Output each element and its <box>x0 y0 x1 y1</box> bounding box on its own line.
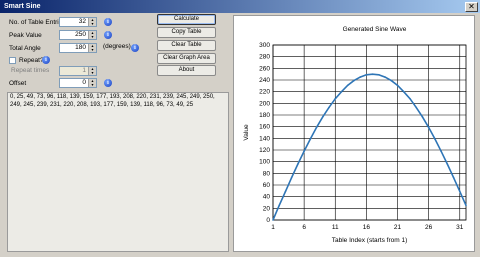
data-point <box>378 73 380 76</box>
data-point <box>328 106 330 109</box>
repeat-label: Repeat? <box>19 57 44 64</box>
y-axis-label: Value <box>243 124 250 141</box>
info-icon[interactable]: i <box>131 44 139 52</box>
repeat-checkbox[interactable] <box>9 57 16 64</box>
data-point <box>409 97 411 100</box>
data-point <box>396 84 399 87</box>
graph-area: 0 20 40 60 80 100 120 140 160 180 200 220 240 260 280 3… <box>233 15 475 252</box>
x-axis-label: Table Index (starts from 1) <box>332 237 408 244</box>
data-point <box>278 204 281 207</box>
copy-table-button[interactable]: Copy Table <box>157 27 216 38</box>
data-point <box>353 79 355 82</box>
offset-spinner[interactable]: 0 ▲ ▼ <box>59 78 97 88</box>
x-tick-label: 1 <box>271 224 275 231</box>
offset-value: 0 <box>82 79 86 86</box>
peak-value: 250 <box>75 31 86 38</box>
data-point <box>458 190 461 193</box>
x-tick-label: 6 <box>302 224 306 231</box>
x-tick-label: 11 <box>332 224 339 231</box>
clear-table-button[interactable]: Clear Table <box>157 40 216 51</box>
data-point <box>384 76 386 78</box>
info-icon[interactable]: i <box>104 31 112 39</box>
y-tick-label: 40 <box>263 194 271 201</box>
chart-title: Generated Sine Wave <box>343 26 407 33</box>
offset-label: Offset <box>9 80 27 87</box>
spin-down-icon[interactable]: ▼ <box>89 71 96 75</box>
x-tick-label: 16 <box>363 224 371 231</box>
data-point <box>309 138 312 140</box>
data-point <box>272 219 274 221</box>
data-point <box>421 115 424 118</box>
entries-label: No. of Table Entries <box>9 19 66 26</box>
y-tick-label: 300 <box>259 42 270 49</box>
data-point <box>465 204 467 207</box>
data-point <box>440 150 442 152</box>
peak-spinner[interactable]: 250 ▲ ▼ <box>59 30 97 40</box>
repeat-times-value: 1 <box>82 67 86 74</box>
data-point <box>402 90 405 93</box>
data-point <box>365 73 368 76</box>
info-icon[interactable]: i <box>104 18 112 26</box>
y-tick-label: 0 <box>266 217 270 224</box>
spin-down-icon[interactable]: ▼ <box>89 22 96 26</box>
data-point <box>346 84 349 87</box>
y-tick-label: 260 <box>259 65 270 72</box>
y-tick-label: 120 <box>259 147 270 154</box>
y-tick-label: 240 <box>259 77 270 84</box>
x-tick-label: 26 <box>425 224 433 231</box>
data-point <box>340 90 343 93</box>
window-title: Smart Sine <box>4 3 41 10</box>
entries-value: 32 <box>78 18 86 25</box>
y-tick-label: 180 <box>259 112 270 119</box>
repeat-times-spinner[interactable]: 1 ▲ ▼ <box>59 66 97 76</box>
angle-unit: (degrees) <box>103 43 131 50</box>
data-point <box>297 163 299 165</box>
x-tick-label: 21 <box>394 224 402 231</box>
y-tick-label: 20 <box>263 205 271 212</box>
spin-down-icon[interactable]: ▼ <box>89 35 96 39</box>
data-point <box>290 176 293 179</box>
data-point <box>390 79 393 82</box>
y-tick-label: 80 <box>263 170 271 177</box>
y-tick-label: 100 <box>259 159 270 166</box>
data-point <box>446 163 449 165</box>
y-tick-label: 200 <box>259 100 270 107</box>
angle-label: Total Angle <box>9 45 41 52</box>
spin-down-icon[interactable]: ▼ <box>89 48 96 52</box>
about-button[interactable]: About <box>157 65 216 76</box>
close-button[interactable]: ✕ <box>465 1 478 12</box>
data-point <box>322 115 324 118</box>
info-icon[interactable]: i <box>104 79 112 87</box>
data-point <box>303 150 305 152</box>
data-point <box>315 126 318 129</box>
spin-down-icon[interactable]: ▼ <box>89 83 96 87</box>
data-point <box>359 76 361 78</box>
data-point <box>427 126 430 129</box>
angle-value: 180 <box>75 44 86 51</box>
y-tick-label: 280 <box>259 54 270 61</box>
clear-graph-button[interactable]: Clear Graph Area <box>157 53 216 64</box>
y-tick-label: 160 <box>259 124 270 131</box>
calculate-button[interactable]: Calculate <box>157 14 216 25</box>
sine-chart: 0 20 40 60 80 100 120 140 160 180 200 220 240 260 280 3… <box>243 26 467 244</box>
entries-spinner[interactable]: 32 ▲ ▼ <box>59 17 97 27</box>
data-point <box>434 138 436 140</box>
peak-label: Peak Value <box>9 32 42 39</box>
y-tick-label: 140 <box>259 135 270 142</box>
x-tick-label: 31 <box>456 224 464 231</box>
output-textarea[interactable]: 0, 25, 49, 73, 96, 118, 139, 159, 177, 1… <box>7 92 229 252</box>
info-icon[interactable]: i <box>42 56 50 64</box>
data-point <box>334 97 337 100</box>
plot-frame <box>272 44 467 221</box>
sine-series-line <box>272 73 467 221</box>
angle-spinner[interactable]: 180 ▲ ▼ <box>59 43 97 53</box>
data-point <box>284 190 287 193</box>
y-tick-label: 60 <box>263 182 271 189</box>
data-point <box>452 176 455 179</box>
y-tick-label: 220 <box>259 89 270 96</box>
data-point <box>415 106 417 109</box>
title-bar: Smart Sine ✕ <box>0 0 480 13</box>
data-point <box>371 73 374 75</box>
repeat-times-label: Repeat times <box>11 67 50 74</box>
